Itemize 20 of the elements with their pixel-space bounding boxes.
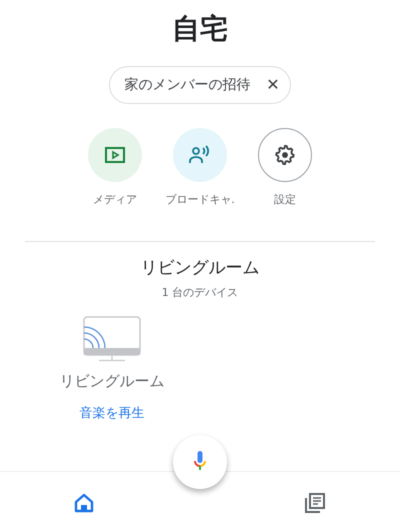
microphone-button[interactable]	[173, 435, 227, 489]
settings-icon	[274, 144, 296, 166]
room-title: リビングルーム	[140, 256, 260, 280]
broadcast-icon	[188, 145, 212, 165]
cast-display-icon	[83, 316, 141, 362]
play-music-link[interactable]: 音楽を再生	[80, 404, 144, 424]
invite-label: 家のメンバーの招待	[124, 76, 250, 94]
action-label: メディア	[93, 192, 137, 208]
home-icon	[74, 492, 94, 513]
device-count: 1 台のデバイス	[162, 285, 238, 301]
invite-chip[interactable]: 家のメンバーの招待 ✕	[109, 66, 291, 104]
device-name: リビングルーム	[60, 370, 164, 392]
close-button[interactable]: ✕	[266, 73, 280, 97]
settings-button[interactable]	[258, 128, 312, 182]
feed-tab[interactable]	[305, 490, 325, 514]
media-icon	[104, 146, 126, 164]
action-label: ブロードキャ.	[165, 192, 235, 208]
page-title: 自宅	[172, 12, 228, 46]
action-label: 設定	[274, 192, 296, 208]
feed-icon	[305, 492, 325, 513]
